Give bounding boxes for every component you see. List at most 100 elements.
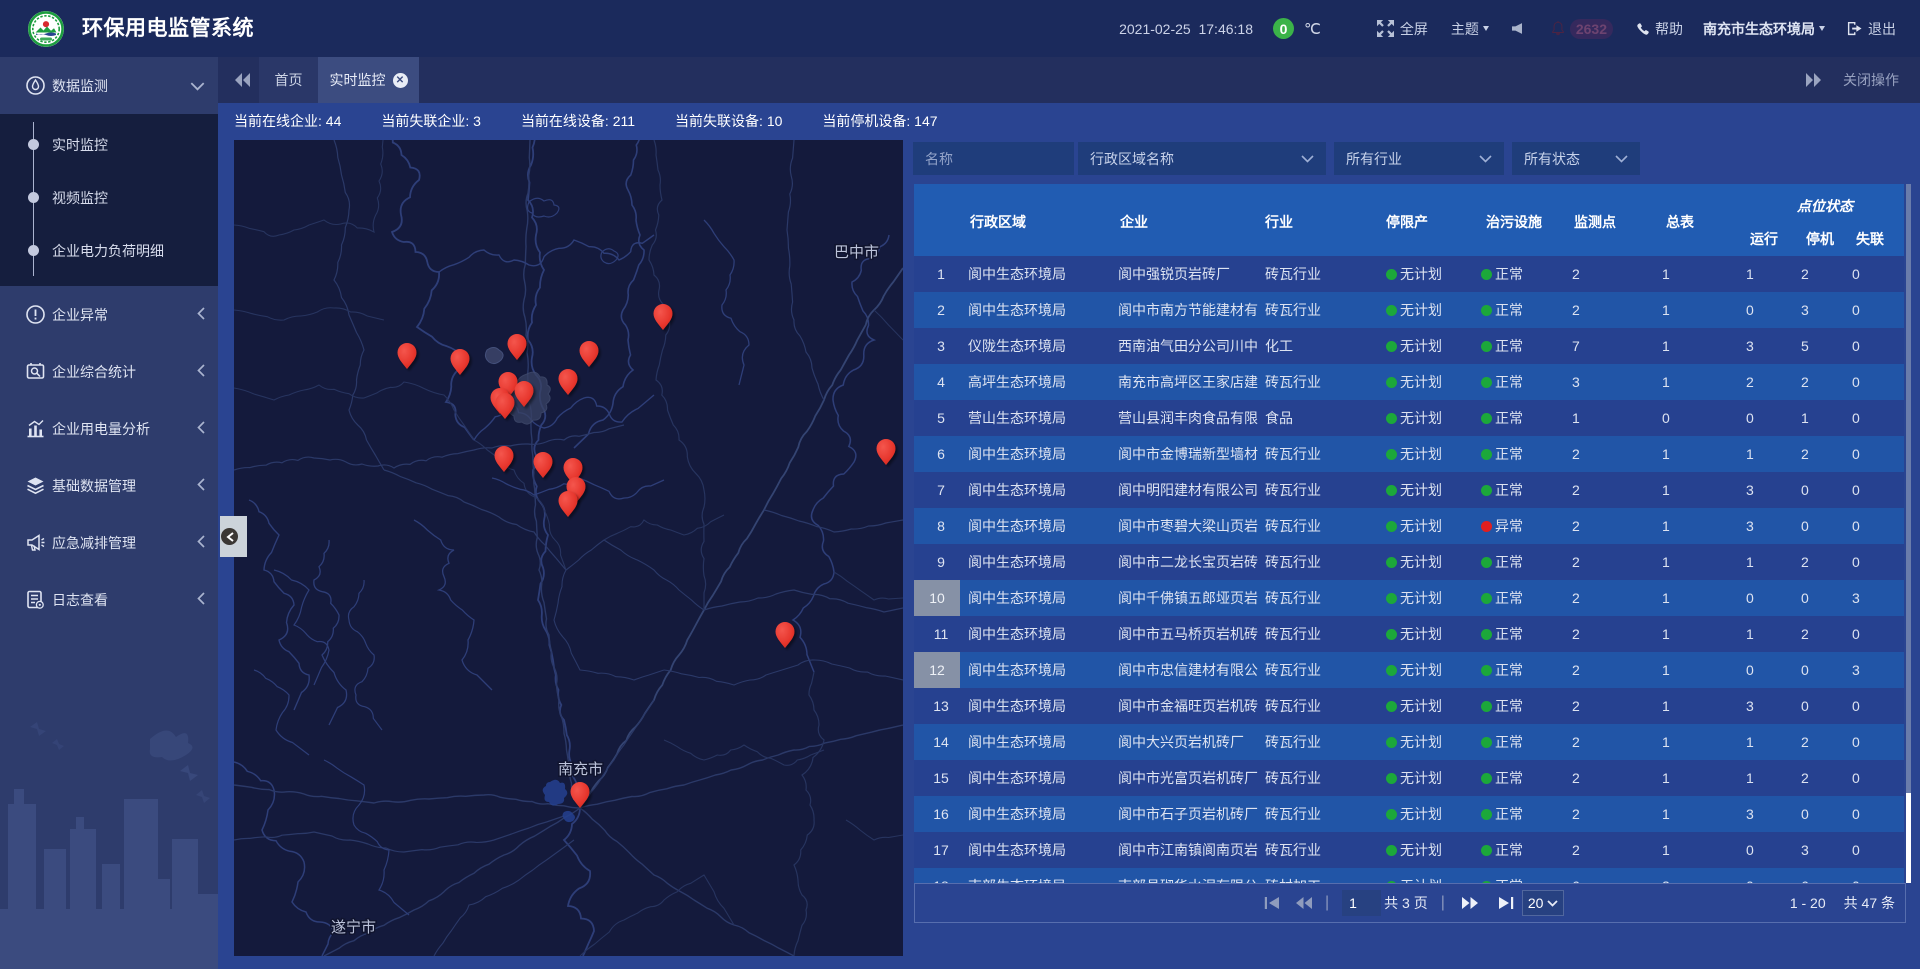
tab-close-icon[interactable]: ✕	[393, 73, 408, 88]
stats-bar: 当前在线企业: 44当前失联企业: 3当前在线设备: 211当前失联设备: 10…	[234, 103, 978, 140]
table-row[interactable]: 7阆中生态环境局阆中明阳建材有限公司砖瓦行业无计划正常21300	[914, 472, 1904, 508]
sidebar-item-6[interactable]: 日志查看	[0, 571, 218, 628]
cell-run: 3	[1746, 482, 1801, 498]
help-button[interactable]: 帮助	[1637, 19, 1683, 39]
cell-plan: 无计划	[1386, 840, 1481, 860]
status-select[interactable]: 所有状态	[1512, 142, 1640, 175]
theme-dropdown[interactable]: 主题	[1451, 19, 1489, 39]
sidebar-item-1[interactable]: 企业异常	[0, 286, 218, 343]
map-canvas[interactable]: 巴中市南充市遂宁市	[234, 140, 903, 956]
page-range-label: 1 - 20	[1790, 895, 1826, 911]
table-row[interactable]: 5营山生态环境局营山县润丰肉食品有限食品无计划正常10010	[914, 400, 1904, 436]
name-search-input[interactable]	[913, 142, 1074, 175]
phone-icon	[1637, 23, 1649, 35]
industry-select[interactable]: 所有行业	[1334, 142, 1504, 175]
status-dot-green	[1386, 485, 1397, 496]
close-operations-button[interactable]: 关闭操作	[1843, 70, 1899, 90]
cell-lost: 0	[1852, 842, 1904, 858]
status-dot-green	[1481, 449, 1492, 460]
cell-company: 阆中千佛镇五郎垭页岩	[1118, 588, 1265, 608]
scrollbar-thumb[interactable]	[1906, 793, 1911, 883]
sidebar-item-3[interactable]: 企业用电量分析	[0, 400, 218, 457]
cell-lost: 0	[1852, 446, 1904, 462]
table-row[interactable]: 18南部生态环境局南部县砌华水泥有限公砖材加工无计划正常62060	[914, 868, 1904, 883]
table-row[interactable]: 1阆中生态环境局阆中强锐页岩砖厂砖瓦行业无计划正常21120	[914, 256, 1904, 292]
status-dot-green	[1386, 593, 1397, 604]
table-scrollbar[interactable]	[1906, 184, 1911, 883]
cell-company: 营山县润丰肉食品有限	[1118, 408, 1265, 428]
row-index: 6	[914, 446, 968, 462]
region-select[interactable]: 行政区域名称	[1078, 142, 1326, 175]
page-number-input[interactable]	[1342, 890, 1381, 916]
cell-points: 2	[1572, 302, 1662, 318]
cell-company: 阆中大兴页岩机砖厂	[1118, 732, 1265, 752]
table-row[interactable]: 3仪陇生态环境局西南油气田分公司川中化工无计划正常71350	[914, 328, 1904, 364]
cell-facility: 正常	[1481, 300, 1572, 320]
map-panel[interactable]: 巴中市南充市遂宁市	[234, 140, 903, 956]
sidebar: 数据监测实时监控视频监控企业电力负荷明细企业异常企业综合统计企业用电量分析基础数…	[0, 57, 218, 969]
cell-stop: 0	[1801, 662, 1852, 678]
sidebar-item-2[interactable]: 企业综合统计	[0, 343, 218, 400]
next-page-icon	[1461, 896, 1479, 910]
prev-page-button[interactable]	[1295, 896, 1313, 910]
last-page-button[interactable]	[1498, 896, 1515, 910]
table-row[interactable]: 11阆中生态环境局阆中市五马桥页岩机砖砖瓦行业无计划正常21120	[914, 616, 1904, 652]
table-row[interactable]: 4高坪生态环境局南充市高坪区王家店建砖瓦行业无计划正常31220	[914, 364, 1904, 400]
col-company: 企业	[1120, 212, 1148, 232]
cell-points: 2	[1572, 590, 1662, 606]
status-dot-green	[1481, 845, 1492, 856]
table-row[interactable]: 9阆中生态环境局阆中市二龙长宝页岩砖砖瓦行业无计划正常21120	[914, 544, 1904, 580]
first-page-icon	[1263, 896, 1280, 910]
table-row[interactable]: 14阆中生态环境局阆中大兴页岩机砖厂砖瓦行业无计划正常21120	[914, 724, 1904, 760]
cell-industry: 食品	[1265, 408, 1386, 428]
cell-lost: 0	[1852, 266, 1904, 282]
sidebar-subitem-0-1[interactable]: 视频监控	[0, 171, 218, 224]
fullscreen-button[interactable]: 全屏	[1377, 19, 1428, 39]
cell-facility: 正常	[1481, 588, 1572, 608]
org-dropdown[interactable]: 南充市生态环境局	[1703, 19, 1825, 39]
fast-forward-icon[interactable]	[1805, 72, 1822, 88]
sidebar-subitem-0-0[interactable]: 实时监控	[0, 118, 218, 171]
table-row[interactable]: 13阆中生态环境局阆中市金福旺页岩机砖砖瓦行业无计划正常21300	[914, 688, 1904, 724]
cell-lost: 0	[1852, 554, 1904, 570]
tab-home[interactable]: 首页	[259, 57, 318, 103]
table-row[interactable]: 16阆中生态环境局阆中市石子页岩机砖厂砖瓦行业无计划正常21300	[914, 796, 1904, 832]
chevron-down-icon	[1615, 155, 1628, 163]
cell-points: 1	[1572, 410, 1662, 426]
mute-button[interactable]	[1512, 22, 1522, 35]
org-label: 南充市生态环境局	[1703, 19, 1815, 39]
table-row[interactable]: 2阆中生态环境局阆中市南方节能建材有砖瓦行业无计划正常21030	[914, 292, 1904, 328]
cell-meters: 0	[1662, 410, 1746, 426]
cell-region: 阆中生态环境局	[968, 768, 1118, 788]
table-row[interactable]: 15阆中生态环境局阆中市光富页岩机砖厂砖瓦行业无计划正常21120	[914, 760, 1904, 796]
stat-item-2: 当前在线设备: 211	[521, 103, 635, 140]
next-page-button[interactable]	[1461, 896, 1479, 910]
cell-stop: 2	[1801, 626, 1852, 642]
first-page-button[interactable]	[1263, 896, 1280, 910]
cell-lost: 0	[1852, 410, 1904, 426]
table-row[interactable]: 17阆中生态环境局阆中市江南镇阆南页岩砖瓦行业无计划正常21030	[914, 832, 1904, 868]
sidebar-item-0[interactable]: 数据监测	[0, 57, 218, 114]
sidebar-item-5[interactable]: 应急减排管理	[0, 514, 218, 571]
logout-button[interactable]: 退出	[1847, 19, 1896, 39]
map-collapse-button[interactable]	[220, 516, 247, 557]
page-size-select[interactable]: 20	[1522, 890, 1564, 916]
sidebar-item-4[interactable]: 基础数据管理	[0, 457, 218, 514]
temperature-unit: ℃	[1304, 20, 1321, 38]
sidebar-subitem-0-2[interactable]: 企业电力负荷明细	[0, 224, 218, 277]
table-row[interactable]: 8阆中生态环境局阆中市枣碧大梁山页岩砖瓦行业无计划异常21300	[914, 508, 1904, 544]
cell-facility: 正常	[1481, 444, 1572, 464]
table-row[interactable]: 6阆中生态环境局阆中市金博瑞新型墙材砖瓦行业无计划正常21120	[914, 436, 1904, 472]
stat-item-1: 当前失联企业: 3	[381, 103, 481, 140]
cell-region: 阆中生态环境局	[968, 588, 1118, 608]
cell-plan: 无计划	[1386, 516, 1481, 536]
table-row[interactable]: 12阆中生态环境局阆中市忠信建材有限公砖瓦行业无计划正常21003	[914, 652, 1904, 688]
table-row[interactable]: 10阆中生态环境局阆中千佛镇五郎垭页岩砖瓦行业无计划正常21003	[914, 580, 1904, 616]
notification-bell[interactable]: 2632	[1552, 19, 1613, 39]
cell-region: 仪陇生态环境局	[968, 336, 1118, 356]
prev-page-icon	[1295, 896, 1313, 910]
tabs-scroll-left-button[interactable]	[234, 57, 251, 103]
tab-realtime-monitor[interactable]: 实时监控 ✕	[318, 57, 419, 103]
sidebar-submenu: 实时监控视频监控企业电力负荷明细	[0, 114, 218, 286]
tab-label: 实时监控	[330, 70, 386, 90]
